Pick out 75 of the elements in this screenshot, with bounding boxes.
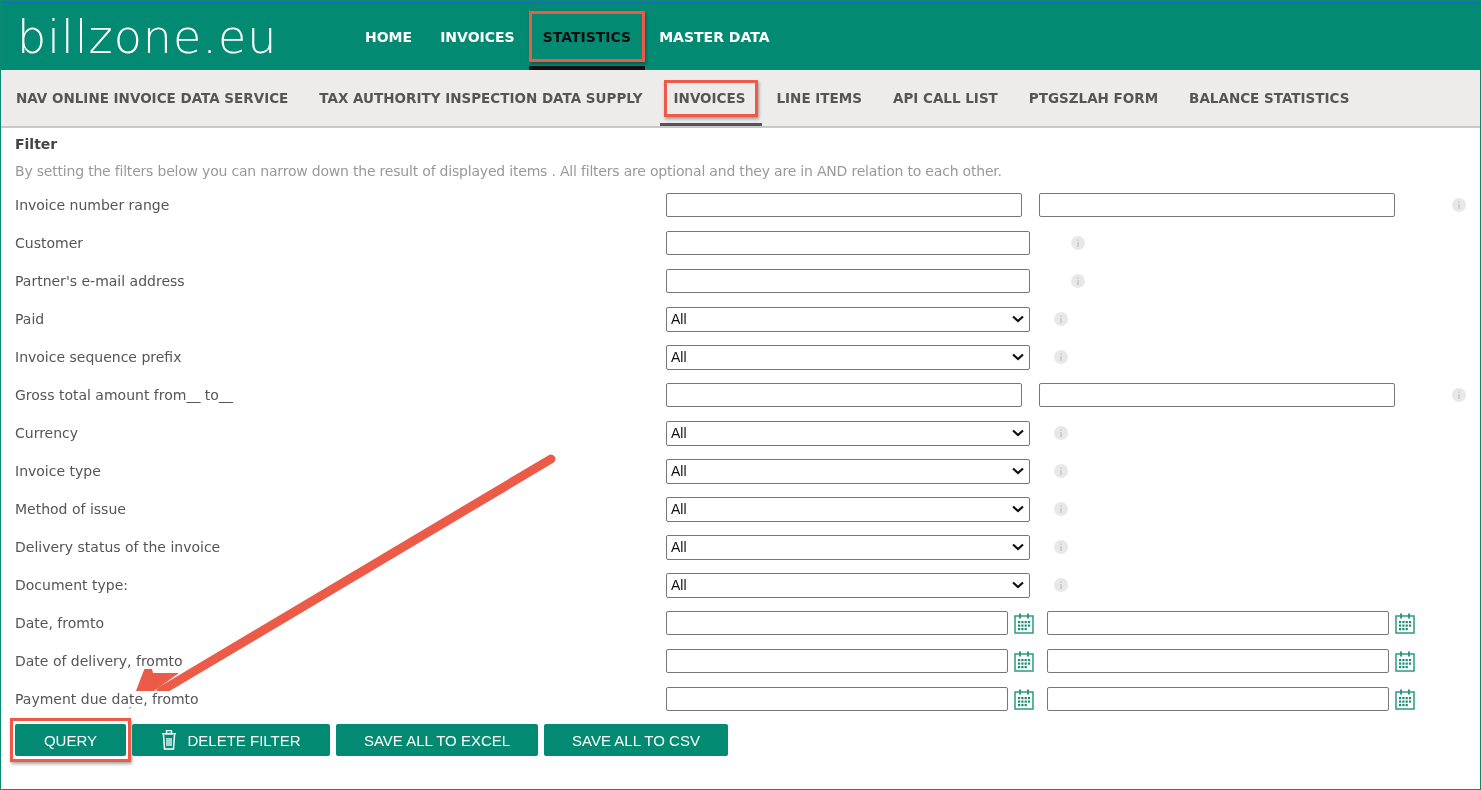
input-field[interactable]: [1047, 649, 1389, 673]
input-field[interactable]: [666, 231, 1030, 255]
info-icon: [1054, 312, 1068, 326]
nav-tab[interactable]: INVOICES: [426, 3, 529, 70]
field-label: Document type:: [15, 577, 128, 593]
info-icon: [1054, 426, 1068, 440]
info-icon: [1071, 274, 1085, 288]
input-field[interactable]: [666, 611, 1008, 635]
subnav-tab[interactable]: TAX AUTHORITY INSPECTION DATA SUPPLY: [305, 70, 660, 126]
trash-icon: [161, 730, 178, 750]
subnav-tab[interactable]: INVOICES: [659, 70, 763, 126]
dropdown[interactable]: All: [666, 306, 1030, 332]
field-label: Date of delivery, fromto: [15, 653, 183, 669]
info-icon: [1054, 350, 1068, 364]
dropdown[interactable]: All: [666, 496, 1030, 522]
field-label: Currency: [15, 425, 79, 441]
calendar-icon: [1395, 688, 1415, 710]
input-field[interactable]: [1047, 611, 1389, 635]
input-field[interactable]: [1039, 193, 1396, 217]
chevron-icon: [1012, 543, 1024, 551]
input-field[interactable]: [666, 687, 1008, 711]
dropdown[interactable]: All: [666, 344, 1030, 370]
input-field[interactable]: [1039, 383, 1396, 407]
info-icon: [1071, 236, 1085, 250]
chevron-icon: [1012, 353, 1024, 361]
logo[interactable]: billzone.eu: [17, 13, 337, 60]
field-label: Invoice sequence prefix: [15, 349, 182, 365]
subnav-tab[interactable]: PTGSZLAH FORM: [1014, 70, 1176, 126]
field-label: Gross total amount from__ to__: [15, 387, 233, 403]
info-icon: [1054, 464, 1068, 478]
field-label: Invoice number range: [15, 197, 170, 213]
field-label: Payment due date, fromto: [15, 691, 199, 707]
field-label: Delivery status of the invoice: [15, 539, 221, 555]
dropdown[interactable]: All: [666, 458, 1030, 484]
field-label: Method of issue: [15, 501, 126, 517]
button[interactable]: SAVE ALL TO CSV: [544, 724, 728, 756]
filter-title: Filter: [15, 135, 59, 154]
filter-description: By setting the filters below you can narrow down the result of displayed items . All filters are optional and they are in AND relation to each other.: [15, 162, 1003, 181]
chevron-icon: [1012, 315, 1024, 323]
info-icon: [1452, 388, 1466, 402]
chevron-icon: [1012, 505, 1024, 513]
button[interactable]: DELETE FILTER: [132, 724, 330, 756]
calendar-icon: [1014, 612, 1034, 634]
dropdown[interactable]: All: [666, 534, 1030, 560]
subnav-tab[interactable]: LINE ITEMS: [762, 70, 879, 126]
input-field[interactable]: [666, 193, 1023, 217]
field-label: Partner's e-mail address: [15, 273, 185, 289]
field-label: Customer: [15, 235, 83, 251]
input-field[interactable]: [666, 383, 1023, 407]
dropdown[interactable]: All: [666, 572, 1030, 598]
dropdown[interactable]: All: [666, 420, 1030, 446]
info-icon: [1054, 578, 1068, 592]
field-label: Paid: [15, 311, 45, 327]
calendar-icon: [1014, 650, 1034, 672]
info-icon: [1452, 198, 1466, 212]
calendar-icon: [1014, 688, 1034, 710]
chevron-icon: [1012, 581, 1024, 589]
input-field[interactable]: [666, 269, 1030, 293]
info-icon: [1054, 502, 1068, 516]
button[interactable]: SAVE ALL TO EXCEL: [336, 724, 538, 756]
chevron-icon: [1012, 429, 1024, 437]
calendar-icon: [1395, 612, 1415, 634]
subnav-tab[interactable]: BALANCE STATISTICS: [1175, 70, 1367, 126]
subnav-tab[interactable]: NAV ONLINE INVOICE DATA SERVICE: [2, 70, 306, 126]
input-field[interactable]: [1047, 687, 1389, 711]
field-label: Invoice type: [15, 463, 101, 479]
info-icon: [1054, 540, 1068, 554]
button[interactable]: QUERY: [15, 724, 126, 756]
input-field[interactable]: [666, 649, 1008, 673]
calendar-icon: [1395, 650, 1415, 672]
field-label: Date, fromto: [15, 615, 104, 631]
subnav-tab[interactable]: API CALL LIST: [878, 70, 1015, 126]
nav-tab[interactable]: MASTER DATA: [645, 3, 784, 70]
nav-tab[interactable]: HOME: [351, 3, 427, 70]
chevron-icon: [1012, 467, 1024, 475]
